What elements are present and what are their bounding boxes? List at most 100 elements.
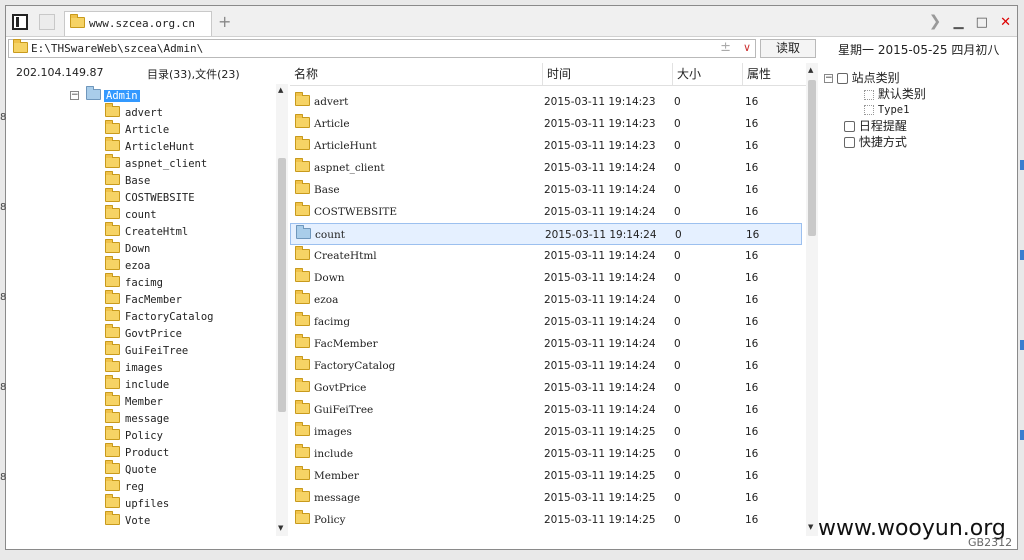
blank-tab-icon[interactable] xyxy=(39,14,55,30)
tree-item[interactable]: count xyxy=(6,205,276,224)
col-time[interactable]: 时间 xyxy=(542,63,672,85)
collapse-icon[interactable]: − xyxy=(70,91,79,100)
list-row[interactable]: Policy 2015-03-11 19:14:25 0 16 xyxy=(290,509,802,531)
tree-item[interactable]: GovtPrice xyxy=(6,324,276,343)
schedule-node[interactable]: 日程提醒 xyxy=(844,117,907,134)
type1-node[interactable]: Type1 xyxy=(864,102,909,116)
tree-item[interactable]: FacMember xyxy=(6,290,276,309)
row-time: 2015-03-11 19:14:25 xyxy=(544,470,656,482)
folder-icon xyxy=(86,86,101,100)
list-row[interactable]: FactoryCatalog 2015-03-11 19:14:24 0 16 xyxy=(290,355,802,377)
tree-item-label: include xyxy=(125,379,170,391)
folder-icon xyxy=(13,39,28,53)
col-attr[interactable]: 属性 xyxy=(742,63,806,85)
tree-item-label: message xyxy=(125,413,170,425)
tree-scrollbar[interactable]: ▲ ▼ xyxy=(276,84,288,536)
list-row[interactable]: message 2015-03-11 19:14:25 0 16 xyxy=(290,487,802,509)
tree-item[interactable]: Vote xyxy=(6,511,276,530)
tree-item[interactable]: Quote xyxy=(6,460,276,479)
list-row[interactable]: CreateHtml 2015-03-11 19:14:24 0 16 xyxy=(290,245,802,267)
maximize-icon[interactable]: □ xyxy=(976,15,988,30)
bg-fragment: 8 xyxy=(0,112,7,123)
close-icon[interactable]: ✕ xyxy=(1000,15,1011,30)
tree-item[interactable]: Policy xyxy=(6,426,276,445)
bg-fragment: 8 xyxy=(0,292,7,303)
tree-scroll-thumb[interactable] xyxy=(278,158,286,412)
path-input[interactable]: E:\THSwareWeb\szcea\Admin\ ± ∨ xyxy=(8,39,756,58)
list-row[interactable]: advert 2015-03-11 19:14:23 0 16 xyxy=(290,91,802,113)
list-row[interactable]: Article 2015-03-11 19:14:23 0 16 xyxy=(290,113,802,135)
row-size: 0 xyxy=(674,360,681,372)
row-attr: 16 xyxy=(745,426,759,438)
scroll-down-icon[interactable]: ▼ xyxy=(278,524,283,532)
default-category-node[interactable]: 默认类别 xyxy=(864,85,926,102)
chevron-down-icon[interactable]: ∨ xyxy=(743,41,751,54)
col-size[interactable]: 大小 xyxy=(672,63,742,85)
tree-item[interactable]: facimg xyxy=(6,273,276,292)
list-row[interactable]: FacMember 2015-03-11 19:14:24 0 16 xyxy=(290,333,802,355)
list-row[interactable]: GovtPrice 2015-03-11 19:14:24 0 16 xyxy=(290,377,802,399)
row-attr: 16 xyxy=(745,162,759,174)
row-time: 2015-03-11 19:14:24 xyxy=(544,316,656,328)
minimize-icon[interactable]: ▁ xyxy=(954,15,964,30)
list-row[interactable]: include 2015-03-11 19:14:25 0 16 xyxy=(290,443,802,465)
tree-item[interactable]: Member xyxy=(6,392,276,411)
tree-item[interactable]: CreateHtml xyxy=(6,222,276,241)
tree-item[interactable]: ArticleHunt xyxy=(6,137,276,156)
plus-minus-icon[interactable]: ± xyxy=(720,40,731,55)
shortcut-node[interactable]: 快捷方式 xyxy=(844,133,907,150)
list-row[interactable]: ezoa 2015-03-11 19:14:24 0 16 xyxy=(290,289,802,311)
col-name[interactable]: 名称 xyxy=(290,63,542,85)
tree-item[interactable]: aspnet_client xyxy=(6,154,276,173)
list-row[interactable]: ArticleHunt 2015-03-11 19:14:23 0 16 xyxy=(290,135,802,157)
row-name: include xyxy=(314,448,354,460)
tree-item-admin[interactable]: − Admin xyxy=(6,86,276,105)
tree-item[interactable]: message xyxy=(6,409,276,428)
scroll-down-icon[interactable]: ▼ xyxy=(808,523,813,531)
list-row[interactable]: images 2015-03-11 19:14:25 0 16 xyxy=(290,421,802,443)
row-attr: 16 xyxy=(745,184,759,196)
folder-icon xyxy=(295,136,310,150)
folder-icon xyxy=(295,180,310,194)
list-scrollbar[interactable]: ▲ ▼ xyxy=(806,63,818,536)
tree-item[interactable]: GuiFeiTree xyxy=(6,341,276,360)
tree-item[interactable]: Article xyxy=(6,120,276,139)
tree-item[interactable]: images xyxy=(6,358,276,377)
chevron-right-icon[interactable]: ❯ xyxy=(929,12,942,30)
list-row[interactable]: Member 2015-03-11 19:14:25 0 16 xyxy=(290,465,802,487)
folder-icon xyxy=(105,392,120,406)
sidebar-toggle-icon[interactable] xyxy=(12,14,28,30)
row-name: ezoa xyxy=(314,294,339,306)
row-attr: 16 xyxy=(745,470,759,482)
list-row[interactable]: COSTWEBSITE 2015-03-11 19:14:24 0 16 xyxy=(290,201,802,223)
tree-item[interactable]: FactoryCatalog xyxy=(6,307,276,326)
new-tab-icon[interactable]: + xyxy=(218,12,231,31)
tree-item[interactable]: advert xyxy=(6,103,276,122)
checkbox-icon[interactable] xyxy=(864,104,874,115)
list-row[interactable]: facimg 2015-03-11 19:14:24 0 16 xyxy=(290,311,802,333)
tab-site[interactable]: www.szcea.org.cn xyxy=(64,11,212,36)
folder-icon xyxy=(295,268,310,282)
list-row[interactable]: count 2015-03-11 19:14:24 0 16 xyxy=(290,223,802,245)
site-category-node[interactable]: − 站点类别 xyxy=(824,69,900,86)
tree-item[interactable]: ezoa xyxy=(6,256,276,275)
row-name: ArticleHunt xyxy=(314,140,377,152)
scroll-up-icon[interactable]: ▲ xyxy=(808,66,813,74)
tree-item[interactable]: reg xyxy=(6,477,276,496)
tree-item[interactable]: COSTWEBSITE xyxy=(6,188,276,207)
list-row[interactable]: Base 2015-03-11 19:14:24 0 16 xyxy=(290,179,802,201)
scroll-up-icon[interactable]: ▲ xyxy=(278,86,283,94)
tree-item[interactable]: upfiles xyxy=(6,494,276,513)
list-row[interactable]: Down 2015-03-11 19:14:24 0 16 xyxy=(290,267,802,289)
row-size: 0 xyxy=(674,316,681,328)
list-scroll-thumb[interactable] xyxy=(808,80,816,236)
list-row[interactable]: aspnet_client 2015-03-11 19:14:24 0 16 xyxy=(290,157,802,179)
read-button[interactable]: 读取 xyxy=(760,39,816,58)
checkbox-icon[interactable] xyxy=(864,89,874,100)
tree-item[interactable]: Base xyxy=(6,171,276,190)
tree-item[interactable]: include xyxy=(6,375,276,394)
tree-item[interactable]: Down xyxy=(6,239,276,258)
tree-item[interactable]: Product xyxy=(6,443,276,462)
collapse-icon[interactable]: − xyxy=(824,74,833,83)
list-row[interactable]: GuiFeiTree 2015-03-11 19:14:24 0 16 xyxy=(290,399,802,421)
